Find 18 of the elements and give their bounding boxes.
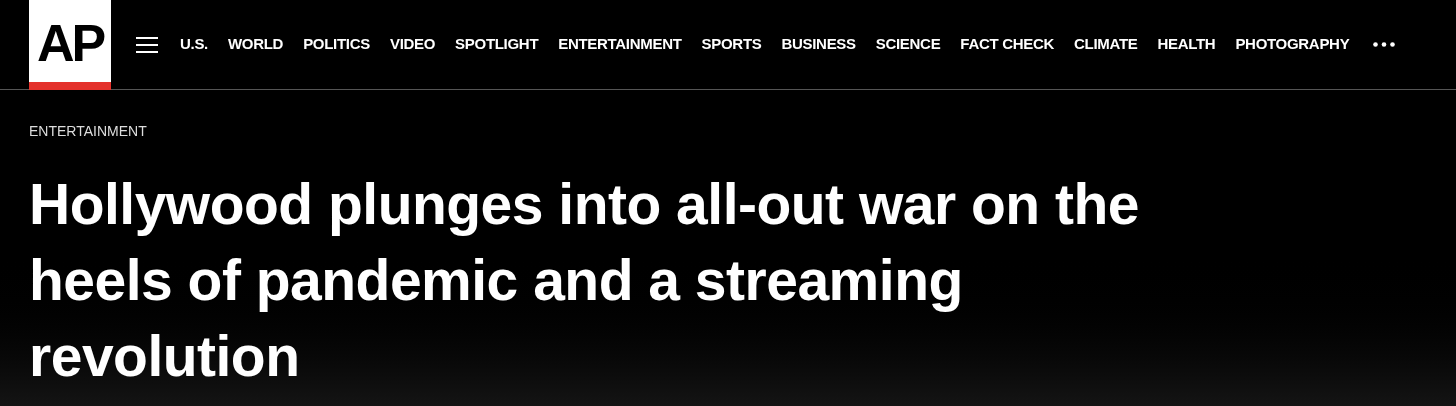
ap-logo[interactable]: AP [29, 0, 111, 90]
more-icon[interactable] [1373, 42, 1396, 47]
nav-link[interactable]: ENTERTAINMENT [558, 33, 682, 56]
nav-link[interactable]: FACT CHECK [960, 33, 1055, 56]
nav-link[interactable]: SPORTS [701, 33, 762, 56]
section-label[interactable]: ENTERTAINMENT [29, 124, 1456, 138]
nav-link[interactable]: VIDEO [389, 33, 436, 56]
nav-link[interactable]: HEALTH [1157, 33, 1216, 56]
nav-link[interactable]: SCIENCE [875, 33, 941, 56]
menu-icon[interactable] [136, 36, 158, 53]
headline: Hollywood plunges into all-out war on the heels of pandemic and a streaming revolution [29, 171, 1140, 390]
nav-link[interactable]: POLITICS [303, 33, 370, 56]
nav-link[interactable]: WORLD [228, 33, 284, 56]
nav-link[interactable]: BUSINESS [781, 33, 856, 56]
nav-link[interactable]: SPOTLIGHT [455, 33, 539, 56]
nav-link[interactable]: PHOTOGRAPHY [1235, 33, 1350, 56]
nav-link[interactable]: U.S. [180, 33, 208, 56]
nav-link[interactable]: CLIMATE [1074, 33, 1138, 56]
